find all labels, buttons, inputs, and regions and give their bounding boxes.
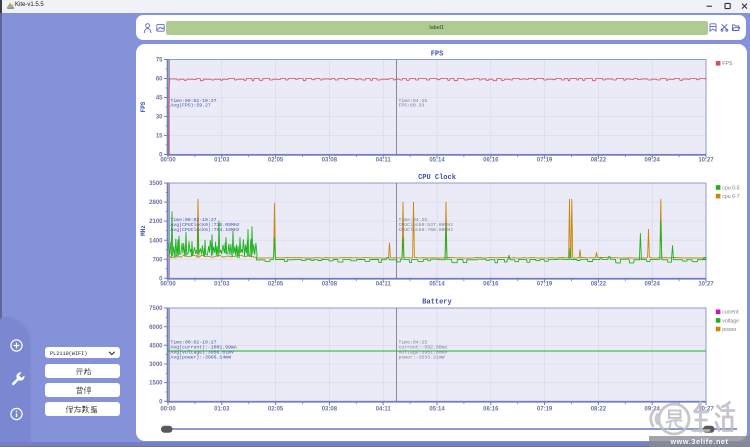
svg-text:08:22: 08:22 <box>591 282 607 288</box>
svg-text:voltage: voltage <box>722 318 739 324</box>
svg-text:current: current <box>722 310 739 316</box>
svg-text:07:19: 07:19 <box>537 158 553 164</box>
svg-text:FPS: FPS <box>431 51 444 59</box>
svg-text:02:05: 02:05 <box>268 158 284 164</box>
svg-text:2800: 2800 <box>149 200 163 206</box>
svg-text:45: 45 <box>156 96 163 102</box>
svg-text:1400: 1400 <box>149 238 163 244</box>
svg-text:MHz: MHz <box>140 225 147 236</box>
svg-text:03:08: 03:08 <box>322 407 338 413</box>
svg-text:03:08: 03:08 <box>322 158 338 164</box>
svg-text:Avg(power):-3966.14mW: Avg(power):-3966.14mW <box>171 354 232 360</box>
svg-text:CPU Clock: CPU Clock <box>418 174 456 182</box>
svg-text:6000: 6000 <box>149 325 163 331</box>
svg-text:30: 30 <box>156 115 163 121</box>
svg-text:00:00: 00:00 <box>160 407 176 413</box>
svg-text:10:27: 10:27 <box>698 158 714 164</box>
svg-text:02:05: 02:05 <box>268 282 284 288</box>
svg-text:CPUClock6:768.00MHz: CPUClock6:768.00MHz <box>399 227 454 233</box>
svg-text:02:05: 02:05 <box>268 407 284 413</box>
svg-text:09:24: 09:24 <box>645 407 661 413</box>
svg-text:01:03: 01:03 <box>214 158 230 164</box>
svg-text:700: 700 <box>152 257 163 263</box>
svg-text:Avg(FPS):59.27: Avg(FPS):59.27 <box>171 103 211 109</box>
svg-text:04:11: 04:11 <box>376 282 392 288</box>
svg-text:power: power <box>722 327 736 333</box>
svg-text:00:00: 00:00 <box>160 282 176 288</box>
svg-text:75: 75 <box>156 58 163 64</box>
svg-text:09:24: 09:24 <box>645 158 661 164</box>
svg-text:05:14: 05:14 <box>429 407 445 413</box>
svg-text:06:16: 06:16 <box>483 158 499 164</box>
svg-text:Avg(CPUClock6):794.16MHz: Avg(CPUClock6):794.16MHz <box>171 227 240 233</box>
svg-text:00:00: 00:00 <box>160 158 176 164</box>
svg-text:FPS: FPS <box>722 61 733 67</box>
svg-text:3500: 3500 <box>149 181 163 187</box>
svg-text:7500: 7500 <box>149 306 163 312</box>
svg-text:cpu 0-5: cpu 0-5 <box>722 185 739 191</box>
svg-text:07:19: 07:19 <box>537 282 553 288</box>
svg-text:15: 15 <box>156 134 163 140</box>
svg-text:power:-3533.21mW: power:-3533.21mW <box>399 354 445 360</box>
svg-text:06:16: 06:16 <box>483 282 499 288</box>
svg-text:60: 60 <box>156 77 163 83</box>
svg-text:05:14: 05:14 <box>429 282 445 288</box>
svg-text:01:03: 01:03 <box>214 407 230 413</box>
svg-text:04:11: 04:11 <box>376 407 392 413</box>
svg-text:10:27: 10:27 <box>698 407 714 413</box>
svg-text:3000: 3000 <box>149 362 163 368</box>
svg-text:05:14: 05:14 <box>429 158 445 164</box>
svg-text:03:08: 03:08 <box>322 282 338 288</box>
svg-text:08:22: 08:22 <box>591 407 607 413</box>
svg-text:01:03: 01:03 <box>214 282 230 288</box>
svg-text:Battery: Battery <box>422 299 452 307</box>
svg-text:07:19: 07:19 <box>537 407 553 413</box>
svg-text:FPS: FPS <box>140 101 147 112</box>
svg-text:1500: 1500 <box>149 381 163 387</box>
svg-text:09:24: 09:24 <box>645 282 661 288</box>
svg-text:06:16: 06:16 <box>483 407 499 413</box>
svg-text:4500: 4500 <box>149 343 163 349</box>
svg-text:10:27: 10:27 <box>698 282 714 288</box>
svg-text:FPS:60.33: FPS:60.33 <box>399 103 425 109</box>
svg-text:04:11: 04:11 <box>376 158 392 164</box>
svg-text:0: 0 <box>159 399 163 405</box>
svg-text:cpu 6-7: cpu 6-7 <box>722 194 739 200</box>
svg-text:2100: 2100 <box>149 219 163 225</box>
svg-text:08:22: 08:22 <box>591 158 607 164</box>
